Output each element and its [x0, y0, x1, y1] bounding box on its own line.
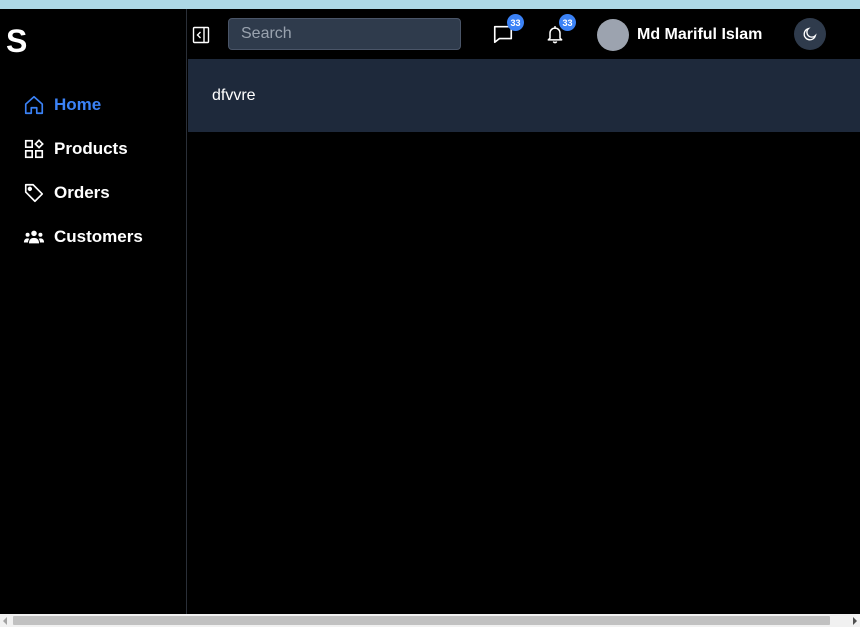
- scrollbar-thumb[interactable]: [13, 616, 830, 625]
- sidebar-item-orders[interactable]: Orders: [0, 171, 187, 215]
- moon-icon: [803, 27, 817, 41]
- notifications-count-badge: 33: [559, 14, 576, 31]
- main-content: dfvvre: [188, 59, 860, 614]
- scroll-left-arrow-icon[interactable]: [3, 617, 7, 625]
- sidebar-item-home[interactable]: Home: [0, 83, 187, 127]
- user-menu[interactable]: Md Mariful Islam: [597, 18, 763, 51]
- sidebar-item-label: Customers: [54, 227, 143, 246]
- scroll-right-arrow-icon[interactable]: [853, 617, 857, 625]
- home-icon: [23, 94, 45, 116]
- sidebar-item-label: Home: [54, 95, 102, 114]
- sidebar-item-label: Orders: [54, 183, 110, 202]
- top-bar: 33 33 Md Mariful Islam: [188, 9, 860, 59]
- users-icon: [23, 226, 45, 248]
- browser-top-strip: [0, 0, 860, 9]
- horizontal-scrollbar[interactable]: [0, 614, 860, 627]
- tag-icon: [23, 182, 45, 204]
- notifications-button[interactable]: 33: [542, 14, 576, 47]
- sidebar-item-customers[interactable]: Customers: [0, 215, 187, 259]
- content-card: dfvvre: [188, 59, 860, 132]
- content-text: dfvvre: [212, 87, 256, 104]
- theme-toggle-button[interactable]: [794, 18, 826, 50]
- grid-icon: [23, 138, 45, 160]
- sidebar-nav: Home Products Orders Customers: [0, 83, 187, 259]
- search-input[interactable]: [228, 18, 461, 50]
- sidebar-item-label: Products: [54, 139, 128, 158]
- avatar: [597, 18, 629, 51]
- user-name: Md Mariful Islam: [637, 25, 763, 43]
- messages-count-badge: 33: [507, 14, 524, 31]
- messages-button[interactable]: 33: [490, 14, 524, 47]
- sidebar-collapse-icon: [192, 26, 210, 44]
- app-logo[interactable]: S: [6, 23, 27, 59]
- sidebar-toggle-button[interactable]: [192, 26, 210, 44]
- sidebar-item-products[interactable]: Products: [0, 127, 187, 171]
- sidebar: S Home Products Orders Customers: [0, 9, 187, 614]
